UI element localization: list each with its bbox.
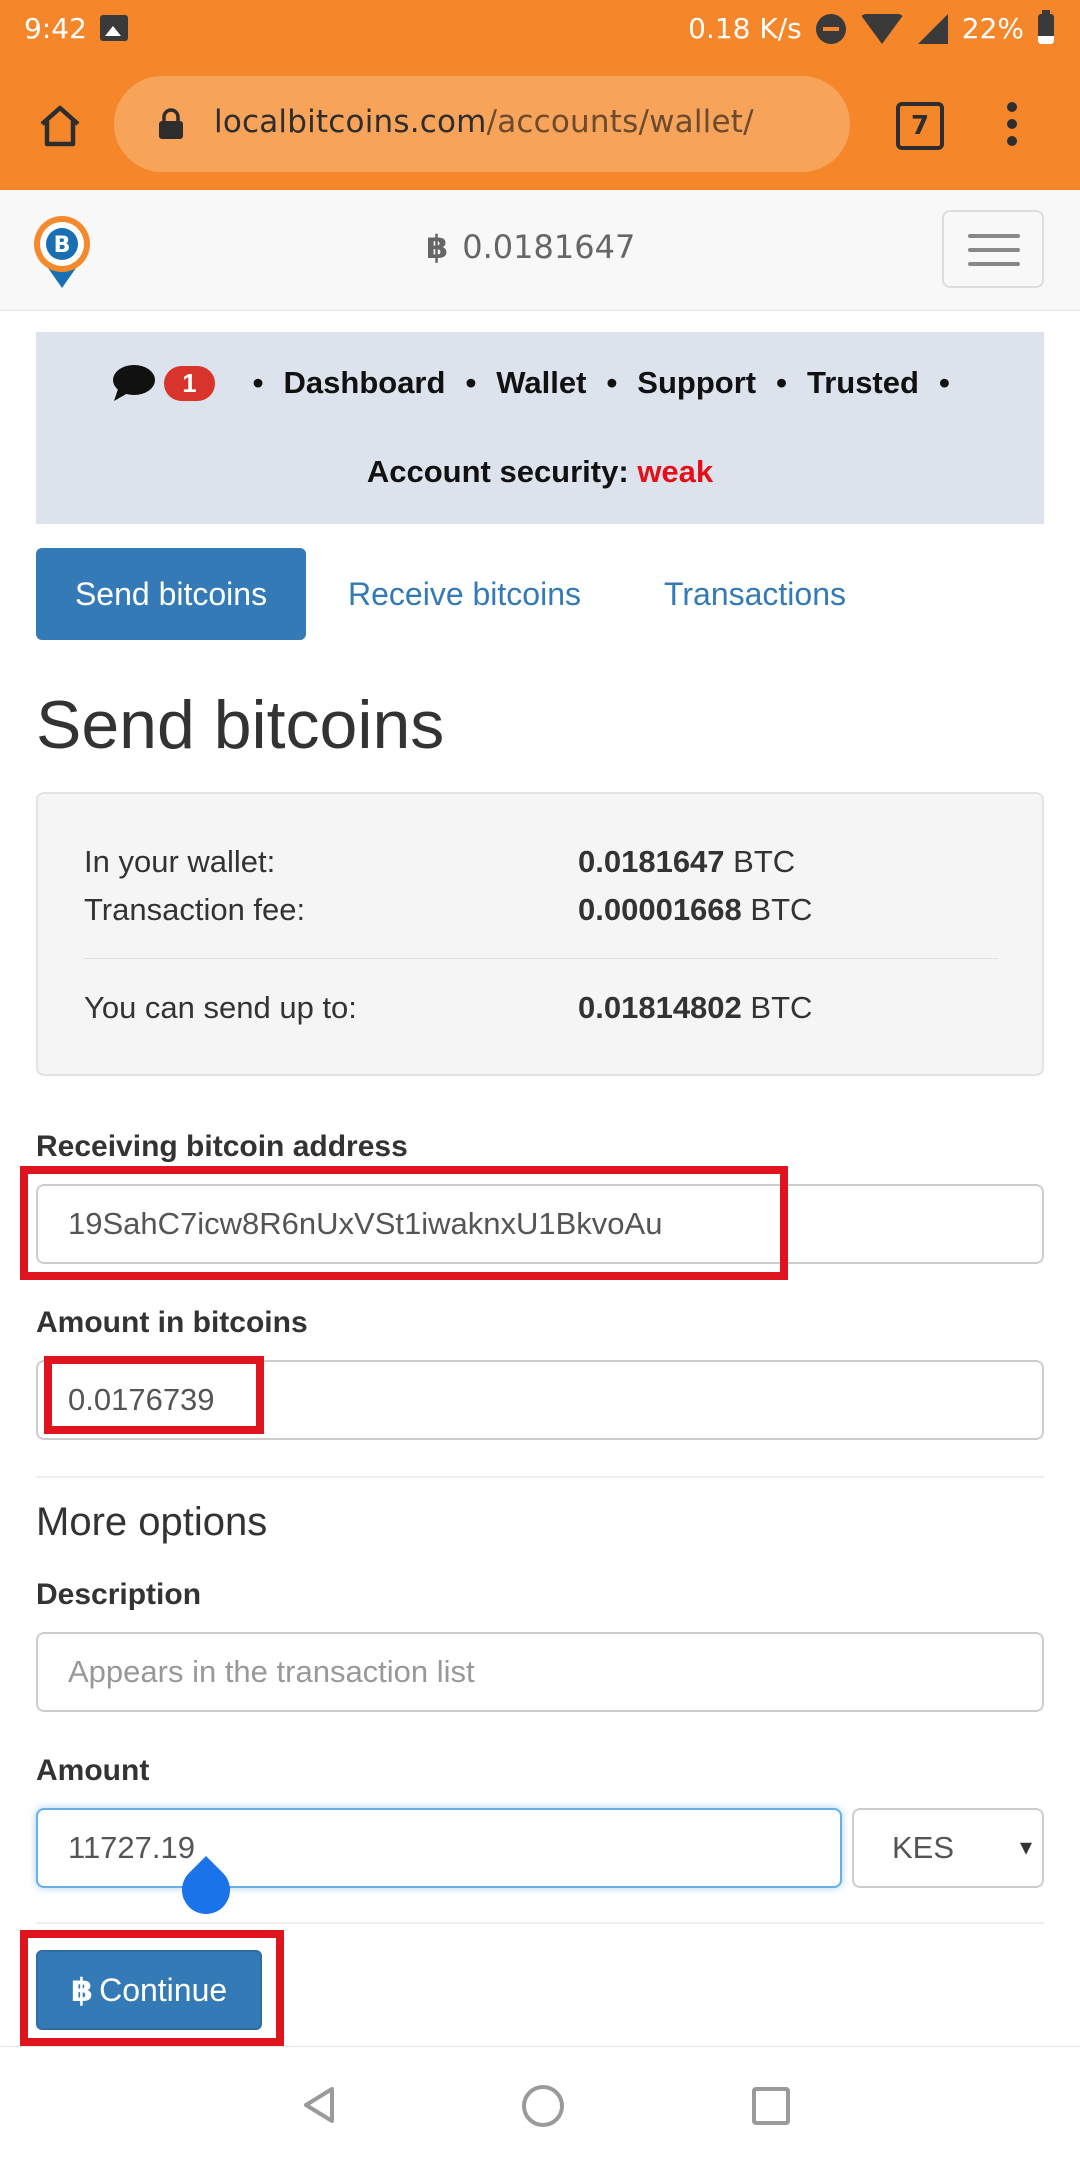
description-placeholder: Appears in the transaction list bbox=[68, 1654, 475, 1689]
address-input[interactable]: 19SahC7icw8R6nUxVSt1iwaknxU1BkvoAu bbox=[36, 1184, 1044, 1264]
separator-dot: • bbox=[606, 365, 618, 400]
network-speed: 0.18 K/s bbox=[688, 12, 802, 45]
url-text: localbitcoins.com/accounts/wallet/ bbox=[214, 104, 754, 140]
tab-receive-bitcoins[interactable]: Receive bitcoins bbox=[348, 548, 581, 640]
tab-transactions[interactable]: Transactions bbox=[664, 548, 846, 640]
unit-label: BTC bbox=[750, 892, 813, 927]
chat-bubble-icon[interactable] bbox=[110, 363, 156, 403]
site-navbar: B ฿ 0.0181647 bbox=[0, 190, 1080, 311]
account-security-label: Account security: bbox=[366, 454, 629, 489]
currency-value: KES bbox=[892, 1830, 955, 1865]
back-icon[interactable] bbox=[300, 2085, 340, 2125]
quick-links: 1 • Dashboard • Wallet • Support • Trust… bbox=[36, 358, 1044, 408]
status-time: 9:42 bbox=[24, 12, 87, 45]
nav-link-dashboard[interactable]: Dashboard bbox=[284, 365, 446, 401]
tab-switcher-button[interactable]: 7 bbox=[896, 102, 944, 150]
dropdown-caret-icon: ▾ bbox=[1019, 1834, 1032, 1861]
nav-link-support[interactable]: Support bbox=[637, 365, 756, 401]
nav-link-wallet[interactable]: Wallet bbox=[496, 365, 586, 401]
browser-menu-icon[interactable] bbox=[1006, 102, 1018, 150]
recent-apps-icon[interactable] bbox=[752, 2087, 790, 2125]
tab-send-bitcoins[interactable]: Send bitcoins bbox=[36, 548, 306, 640]
divider bbox=[36, 1476, 1044, 1478]
currency-select[interactable]: KES ▾ bbox=[852, 1808, 1044, 1888]
url-path: /accounts/wallet/ bbox=[486, 104, 754, 140]
lock-icon bbox=[159, 108, 183, 139]
unit-label: BTC bbox=[733, 844, 796, 879]
fee-label: Transaction fee: bbox=[84, 892, 306, 927]
amount-fiat-input[interactable]: 11727.19 bbox=[36, 1808, 842, 1888]
localbitcoins-logo[interactable]: B bbox=[32, 212, 92, 288]
separator-dot: • bbox=[465, 365, 477, 400]
description-input[interactable]: Appears in the transaction list bbox=[36, 1632, 1044, 1712]
unit-label: BTC bbox=[750, 990, 813, 1025]
in-wallet-value: 0.0181647 BTC bbox=[578, 844, 795, 880]
description-label: Description bbox=[36, 1578, 202, 1611]
svg-text:B: B bbox=[54, 233, 71, 258]
status-icons: 0.18 K/s 22% bbox=[688, 9, 1054, 45]
bitcoin-symbol-icon: ฿ bbox=[426, 228, 449, 266]
wallet-summary: In your wallet: 0.0181647 BTC Transactio… bbox=[36, 792, 1044, 1076]
send-up-to-amount: 0.01814802 bbox=[578, 990, 742, 1025]
separator-dot: • bbox=[776, 365, 787, 400]
page-title: Send bitcoins bbox=[36, 687, 445, 763]
wifi-icon bbox=[859, 13, 904, 44]
home-icon[interactable] bbox=[36, 102, 84, 150]
address-bar[interactable]: localbitcoins.com/accounts/wallet/ bbox=[114, 76, 850, 172]
do-not-disturb-icon bbox=[815, 13, 846, 44]
fee-value: 0.00001668 BTC bbox=[578, 892, 812, 928]
more-options-heading: More options bbox=[36, 1500, 268, 1544]
separator-dot: • bbox=[938, 365, 950, 400]
signal-icon bbox=[917, 13, 948, 44]
amount-btc-input[interactable]: 0.0176739 bbox=[36, 1360, 1044, 1440]
bitcoin-symbol-icon: ฿ bbox=[70, 1972, 94, 2008]
battery-icon bbox=[1038, 9, 1054, 44]
amount-label: Amount bbox=[36, 1754, 150, 1787]
continue-label: Continue bbox=[99, 1972, 228, 2008]
fee-amount: 0.00001668 bbox=[578, 892, 742, 927]
account-security-value[interactable]: weak bbox=[637, 454, 713, 489]
hamburger-menu-button[interactable] bbox=[942, 210, 1044, 288]
continue-button[interactable]: ฿ Continue bbox=[36, 1950, 262, 2030]
send-up-to-value: 0.01814802 BTC bbox=[578, 990, 812, 1026]
message-count-badge[interactable]: 1 bbox=[164, 365, 215, 401]
battery-percent: 22% bbox=[961, 12, 1024, 45]
send-up-to-label: You can send up to: bbox=[84, 990, 357, 1025]
address-label: Receiving bitcoin address bbox=[36, 1130, 408, 1163]
browser-toolbar: localbitcoins.com/accounts/wallet/ 7 bbox=[0, 58, 1080, 190]
in-wallet-label: In your wallet: bbox=[84, 844, 276, 879]
image-notification-icon bbox=[100, 15, 128, 41]
in-wallet-amount: 0.0181647 bbox=[578, 844, 725, 879]
nav-link-trusted[interactable]: Trusted bbox=[807, 365, 919, 401]
android-nav-bar bbox=[0, 2046, 1080, 2161]
home-circle-icon[interactable] bbox=[522, 2085, 564, 2127]
divider bbox=[36, 1922, 1044, 1924]
navbar-balance[interactable]: ฿ 0.0181647 bbox=[426, 228, 635, 266]
account-security[interactable]: Account security: weak bbox=[36, 454, 1044, 490]
balance-value: 0.0181647 bbox=[462, 228, 636, 266]
amount-btc-label: Amount in bitcoins bbox=[36, 1306, 308, 1339]
divider bbox=[84, 958, 998, 959]
separator-dot: • bbox=[252, 365, 264, 400]
status-bar: 9:42 0.18 K/s 22% bbox=[0, 0, 1080, 58]
url-host: localbitcoins.com bbox=[214, 104, 487, 140]
account-info-panel: 1 • Dashboard • Wallet • Support • Trust… bbox=[36, 332, 1044, 524]
